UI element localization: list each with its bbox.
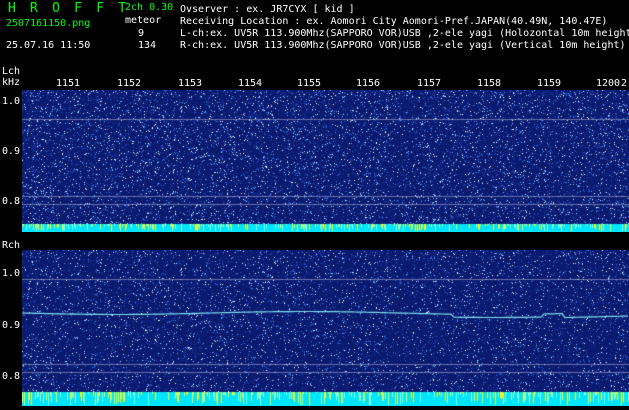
time-tick-edge: 2 <box>621 78 628 89</box>
version-label: 2ch 0.30 <box>125 2 174 13</box>
time-tick: 1159 <box>537 78 562 89</box>
time-tick: 1153 <box>178 78 203 89</box>
app-title: H R O F F T <box>8 1 130 16</box>
time-axis: 1151 1152 1153 1154 1155 1156 1157 1158 … <box>22 78 629 90</box>
time-tick: 1154 <box>238 78 263 89</box>
time-tick: 1200 <box>596 78 621 89</box>
observer-line: Ovserver : ex. JR7CYX [ kid ] <box>180 4 355 15</box>
lch-spectrogram <box>22 90 629 232</box>
time-tick: 1158 <box>477 78 502 89</box>
time-tick: 1155 <box>297 78 322 89</box>
time-tick: 1151 <box>56 78 81 89</box>
lch-tick-0-9: 0.9 <box>2 146 21 157</box>
rch-config-line: R-ch:ex. UV5R 113.900Mhz(SAPPORO VOR)USB… <box>180 40 626 51</box>
time-tick: 1157 <box>417 78 442 89</box>
khz-unit-label: kHz <box>2 77 21 88</box>
lch-tick-0-8: 0.8 <box>2 196 21 207</box>
time-tick: 1152 <box>117 78 142 89</box>
lch-waterfall-canvas <box>22 90 629 232</box>
lch-config-line: L-ch:ex. UV5R 113.900Mhz(SAPPORO VOR)USB… <box>180 28 629 39</box>
station-info: Ovserver : ex. JR7CYX [ kid ] Receiving … <box>180 4 629 52</box>
time-tick: 1156 <box>356 78 381 89</box>
rch-label: Rch <box>2 240 21 251</box>
date-time: 25.07.16 11:50 <box>6 40 91 51</box>
meteor-label: meteor <box>125 15 162 26</box>
rch-spectrogram <box>22 250 629 406</box>
meteor-count-lch: 9 <box>138 28 145 39</box>
rch-tick-0-9: 0.9 <box>2 320 21 331</box>
lch-tick-1-0: 1.0 <box>2 96 21 107</box>
lch-label: Lch <box>2 66 21 77</box>
rch-tick-1-0: 1.0 <box>2 268 21 279</box>
location-line: Receiving Location : ex. Aomori City Aom… <box>180 16 608 27</box>
rch-waterfall-canvas <box>22 250 629 406</box>
file-name: 2507161150.png <box>6 18 91 29</box>
meteor-count-rch: 134 <box>138 40 157 51</box>
rch-tick-0-8: 0.8 <box>2 371 21 382</box>
